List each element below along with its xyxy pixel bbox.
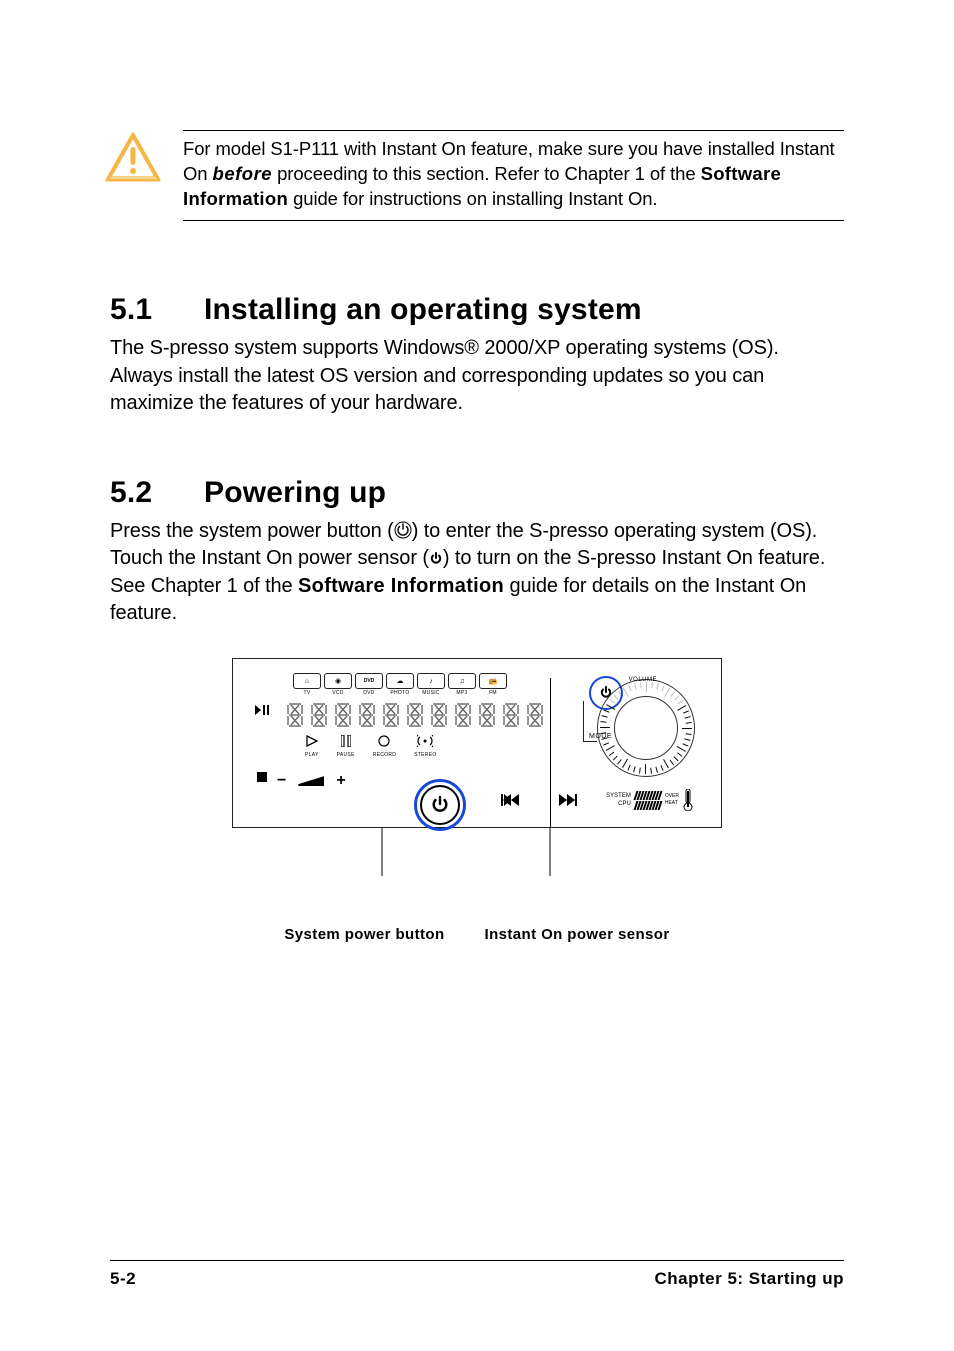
- play-icon: [306, 734, 318, 752]
- section-5-2-heading: 5.2 Powering up: [110, 476, 844, 510]
- section-5-1-body: The S-presso system supports Windows® 20…: [110, 335, 844, 418]
- record-icon: [378, 734, 390, 752]
- volume-plus: +: [336, 772, 345, 790]
- power-icon: [394, 520, 412, 542]
- stereo-icon: [417, 734, 433, 752]
- section-5-2-body: Press the system power button () to ente…: [110, 518, 844, 628]
- volume-ramp-icon: [298, 776, 324, 786]
- pause-icon: [341, 734, 351, 752]
- chapter-label: Chapter 5: Starting up: [654, 1269, 844, 1289]
- mode-tabs: ⌂ ◉ DVD ☁ ♪ ♫ 📻: [293, 673, 575, 689]
- next-track-icon: [559, 793, 577, 811]
- page-number: 5-2: [110, 1269, 136, 1289]
- warning-icon: [105, 132, 161, 187]
- front-panel-diagram: ⌂ ◉ DVD ☁ ♪ ♫ 📻 TVVCDDVDPHOTOMUSICMP3FM: [232, 658, 722, 943]
- volume-minus: −: [277, 772, 286, 790]
- caption-instant-on: Instant On power sensor: [485, 926, 670, 943]
- caution-text: For model S1-P111 with Instant On featur…: [183, 137, 844, 212]
- prev-track-icon: [501, 793, 519, 811]
- instant-on-icon: [429, 547, 443, 569]
- heat-indicator: SYSTEM CPU OVER HEAT: [606, 789, 693, 811]
- caption-system-power: System power button: [284, 926, 444, 943]
- system-power-button: [414, 779, 466, 831]
- seven-segment-display: /*placeholder*/: [285, 702, 575, 728]
- page-footer: 5-2 Chapter 5: Starting up: [110, 1260, 844, 1289]
- volume-dial: [597, 679, 695, 777]
- stop-icon: [257, 769, 267, 787]
- play-pause-icon: [255, 702, 269, 720]
- volume-label: VOLUME: [629, 677, 657, 683]
- caution-note: For model S1-P111 with Instant On featur…: [105, 130, 844, 221]
- section-5-1-heading: 5.1 Installing an operating system: [110, 293, 844, 327]
